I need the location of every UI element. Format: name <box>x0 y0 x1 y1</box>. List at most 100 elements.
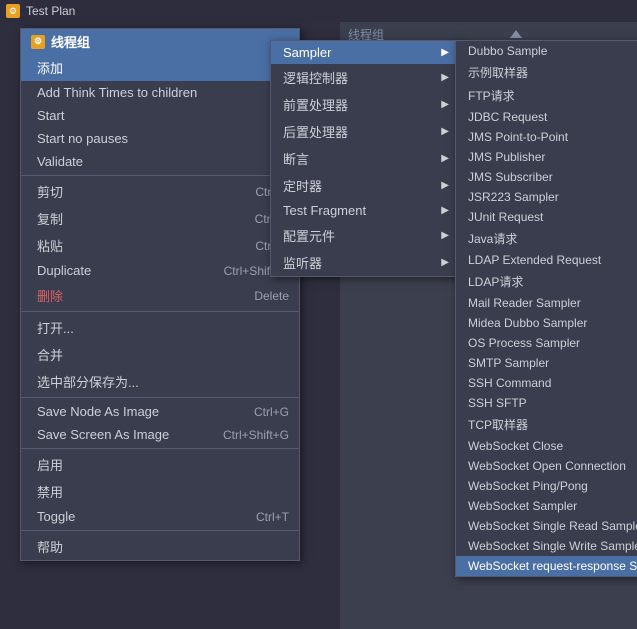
menu3-tcp-sampler[interactable]: TCP取样器 <box>456 413 637 436</box>
menu-item-open[interactable]: 打开... <box>21 314 299 341</box>
menu-item-add[interactable]: 添加 ▶ <box>21 54 299 81</box>
menu-item-paste[interactable]: 粘贴 Ctrl+V <box>21 232 299 259</box>
shortcut: Ctrl+Shift+G <box>223 428 289 442</box>
menu3-jms-p2p[interactable]: JMS Point-to-Point <box>456 127 637 147</box>
label: 示例取样器 <box>468 64 528 81</box>
menu3-ssh-command[interactable]: SSH Command <box>456 373 637 393</box>
arrow: ▶ <box>441 230 449 241</box>
menu3-java-request[interactable]: Java请求 <box>456 227 637 250</box>
label: Dubbo Sample <box>468 44 547 58</box>
arrow: ▶ <box>441 205 449 216</box>
menu3-os-process[interactable]: OS Process Sampler <box>456 333 637 353</box>
label: WebSocket Close <box>468 439 563 453</box>
menu3-midea-dubbo[interactable]: Midea Dubbo Sampler <box>456 313 637 333</box>
label: Save Node As Image <box>37 404 159 419</box>
menu-item-toggle[interactable]: Toggle Ctrl+T <box>21 505 299 528</box>
menu-item-save-selected[interactable]: 选中部分保存为... <box>21 368 299 395</box>
menu3-websocket-req-resp[interactable]: WebSocket request-response Sampler <box>456 556 637 576</box>
context-menu-3: Dubbo Sample 示例取样器 FTP请求 JDBC Request JM… <box>455 40 637 577</box>
menu3-jms-publisher[interactable]: JMS Publisher <box>456 147 637 167</box>
label: 后置处理器 <box>283 122 348 141</box>
label: 断言 <box>283 149 309 168</box>
label: Java请求 <box>468 230 517 247</box>
label: JMS Subscriber <box>468 170 553 184</box>
label: 禁用 <box>37 482 63 501</box>
menu3-ftp-request[interactable]: FTP请求 <box>456 84 637 107</box>
label: JMS Publisher <box>468 150 545 164</box>
menu2-assertion[interactable]: 断言 ▶ <box>271 145 459 172</box>
menu2-sampler[interactable]: Sampler ▶ <box>271 41 459 64</box>
arrow: ▶ <box>441 99 449 110</box>
label: TCP取样器 <box>468 416 528 433</box>
menu3-mail-reader[interactable]: Mail Reader Sampler <box>456 293 637 313</box>
label: Start <box>37 108 64 123</box>
menu2-logic-controller[interactable]: 逻辑控制器 ▶ <box>271 64 459 91</box>
menu-item-add-label: 添加 <box>37 58 63 77</box>
menu3-websocket-single-read[interactable]: WebSocket Single Read Sampler <box>456 516 637 536</box>
top-bar: ⚙ Test Plan <box>0 0 637 22</box>
menu3-websocket-open[interactable]: WebSocket Open Connection <box>456 456 637 476</box>
menu-item-merge[interactable]: 合并 <box>21 341 299 368</box>
label: Toggle <box>37 509 75 524</box>
label: 粘贴 <box>37 236 63 255</box>
menu-item-enable[interactable]: 启用 <box>21 451 299 478</box>
menu2-timer[interactable]: 定时器 ▶ <box>271 172 459 199</box>
label: Validate <box>37 154 83 169</box>
menu3-dubbo-sample[interactable]: Dubbo Sample <box>456 41 637 61</box>
menu-item-save-node-image[interactable]: Save Node As Image Ctrl+G <box>21 400 299 423</box>
label: FTP请求 <box>468 87 515 104</box>
menu3-example-sampler[interactable]: 示例取样器 <box>456 61 637 84</box>
menu3-websocket-close[interactable]: WebSocket Close <box>456 436 637 456</box>
label: WebSocket Sampler <box>468 499 577 513</box>
label: WebSocket Ping/Pong <box>468 479 588 493</box>
menu-item-copy[interactable]: 复制 Ctrl+C <box>21 205 299 232</box>
menu-item-save-screen-image[interactable]: Save Screen As Image Ctrl+Shift+G <box>21 423 299 446</box>
label: Save Screen As Image <box>37 427 169 442</box>
label: JUnit Request <box>468 210 543 224</box>
divider-4 <box>21 448 299 449</box>
arrow: ▶ <box>441 153 449 164</box>
menu3-websocket-ping[interactable]: WebSocket Ping/Pong <box>456 476 637 496</box>
menu1-icon: ⚙ <box>31 35 45 49</box>
label: Add Think Times to children <box>37 85 197 100</box>
menu-item-add-think[interactable]: Add Think Times to children <box>21 81 299 104</box>
menu1-title: 线程组 <box>51 32 90 51</box>
menu3-junit-request[interactable]: JUnit Request <box>456 207 637 227</box>
menu2-test-fragment[interactable]: Test Fragment ▶ <box>271 199 459 222</box>
menu-item-disable[interactable]: 禁用 <box>21 478 299 505</box>
label: 复制 <box>37 209 63 228</box>
app-icon: ⚙ <box>6 4 20 18</box>
menu-item-start[interactable]: Start <box>21 104 299 127</box>
menu3-ldap-request[interactable]: LDAP请求 <box>456 270 637 293</box>
divider-2 <box>21 311 299 312</box>
label: 启用 <box>37 455 63 474</box>
label: 选中部分保存为... <box>37 372 139 391</box>
label: JSR223 Sampler <box>468 190 559 204</box>
label: WebSocket Single Read Sampler <box>468 519 637 533</box>
menu-item-duplicate[interactable]: Duplicate Ctrl+Shift+C <box>21 259 299 282</box>
menu3-ldap-extended[interactable]: LDAP Extended Request <box>456 250 637 270</box>
menu3-jms-subscriber[interactable]: JMS Subscriber <box>456 167 637 187</box>
label: 帮助 <box>37 537 63 556</box>
menu3-jsr223-sampler[interactable]: JSR223 Sampler <box>456 187 637 207</box>
context-menu-2: Sampler ▶ 逻辑控制器 ▶ 前置处理器 ▶ 后置处理器 ▶ 断言 ▶ 定… <box>270 40 460 277</box>
menu2-config-element[interactable]: 配置元件 ▶ <box>271 222 459 249</box>
menu-item-delete[interactable]: 删除 Delete <box>21 282 299 309</box>
label: Midea Dubbo Sampler <box>468 316 587 330</box>
menu-item-cut[interactable]: 剪切 Ctrl+X <box>21 178 299 205</box>
menu2-post-processor[interactable]: 后置处理器 ▶ <box>271 118 459 145</box>
label: SMTP Sampler <box>468 356 549 370</box>
menu3-websocket-single-write[interactable]: WebSocket Single Write Sampler <box>456 536 637 556</box>
menu-item-start-no-pauses[interactable]: Start no pauses <box>21 127 299 150</box>
menu3-smtp-sampler[interactable]: SMTP Sampler <box>456 353 637 373</box>
menu2-listener[interactable]: 监听器 ▶ <box>271 249 459 276</box>
label: Test Fragment <box>283 203 366 218</box>
label: Duplicate <box>37 263 91 278</box>
menu3-jdbc-request[interactable]: JDBC Request <box>456 107 637 127</box>
label: 逻辑控制器 <box>283 68 348 87</box>
menu3-ssh-sftp[interactable]: SSH SFTP <box>456 393 637 413</box>
menu3-websocket-sampler[interactable]: WebSocket Sampler <box>456 496 637 516</box>
menu-item-validate[interactable]: Validate <box>21 150 299 173</box>
menu-item-help[interactable]: 帮助 <box>21 533 299 560</box>
menu2-pre-processor[interactable]: 前置处理器 ▶ <box>271 91 459 118</box>
